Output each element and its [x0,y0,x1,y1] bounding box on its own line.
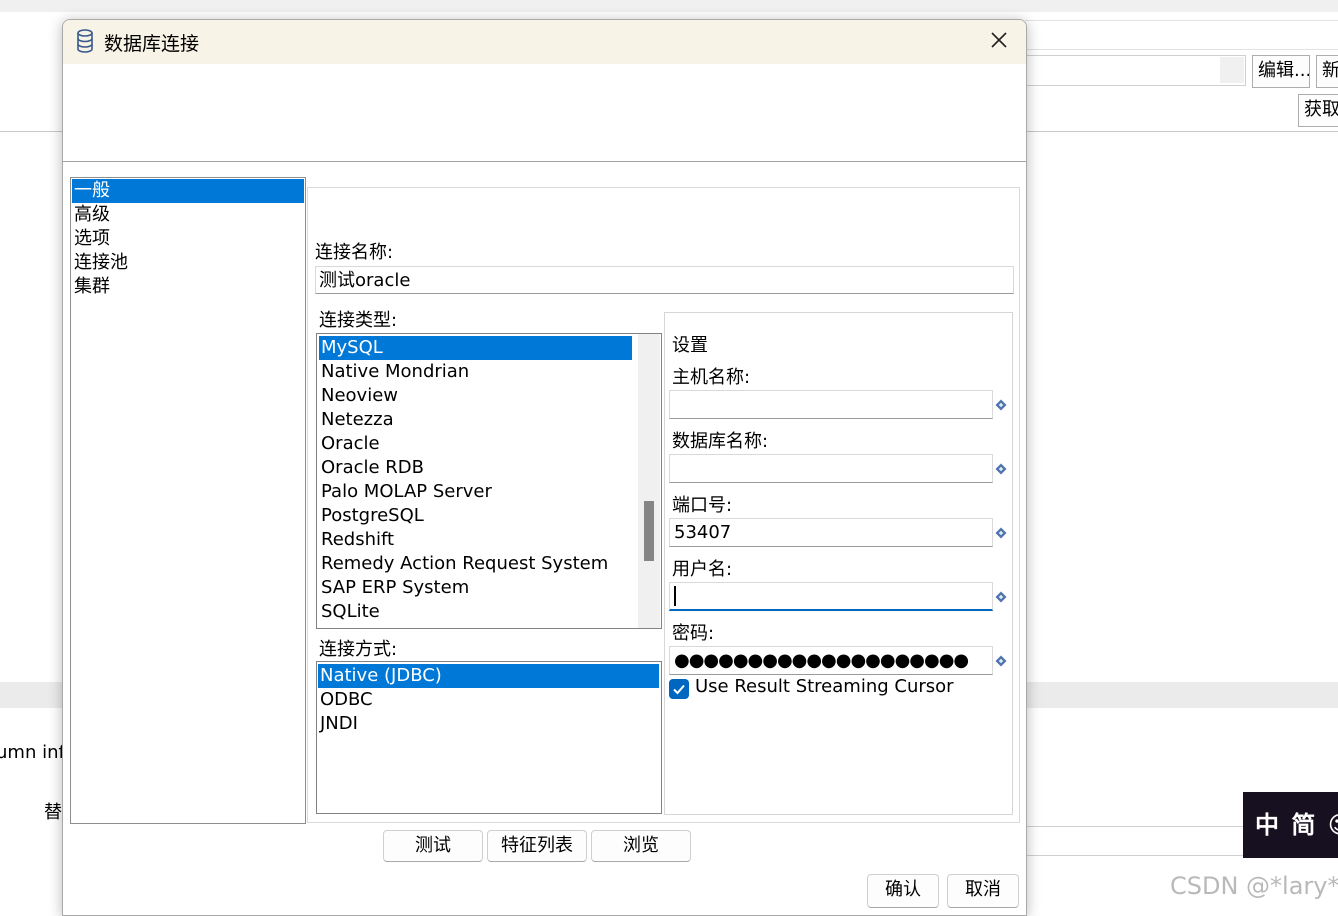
connection-name-input[interactable]: 测试oracle [315,266,1014,294]
list-item[interactable]: SAP ERP System [319,576,632,600]
background-divider [1025,131,1338,132]
database-icon [75,29,95,53]
background-divider [1025,20,1338,21]
port-input[interactable]: 53407 [669,518,993,547]
username-input[interactable] [669,582,993,611]
background-gray-band [1025,682,1338,708]
general-panel: 连接名称: 测试oracle 连接类型: MySQL Native Mondri… [307,187,1020,823]
ime-toolbar[interactable]: 中 简 ☺ [1243,792,1338,858]
feature-list-button[interactable]: 特征列表 [487,830,587,862]
database-name-label: 数据库名称: [672,431,769,452]
nav-item-pooling[interactable]: 连接池 [72,251,304,275]
list-item[interactable]: Native (JDBC) [318,664,659,688]
checkmark-icon [673,684,685,695]
list-item[interactable]: Palo MOLAP Server [319,480,632,504]
host-name-input[interactable] [669,390,993,419]
dialog-nav-list: 一般 高级 选项 连接池 集群 [70,177,306,824]
settings-panel: 设置 主机名称: 数据库名称: 端口号: 53407 用户名: 密码: ●●●●… [664,312,1013,815]
variable-icon[interactable] [995,655,1007,667]
scrollbar-thumb[interactable] [644,501,654,561]
background-edit-button[interactable]: 编辑... [1252,55,1310,88]
username-label: 用户名: [672,559,733,580]
password-label: 密码: [672,623,715,644]
connection-type-list[interactable]: MySQL Native Mondrian Neoview Netezza Or… [316,333,662,629]
streaming-cursor-checkbox[interactable] [669,679,689,699]
background-divider [0,131,62,132]
close-button[interactable] [981,26,1017,58]
dialog-titlebar[interactable]: 数据库连接 [63,20,1026,64]
list-item[interactable]: SQLite [319,600,632,624]
access-method-label: 连接方式: [319,639,398,660]
background-top-bar [0,0,1338,12]
explore-button[interactable]: 浏览 [591,830,691,862]
ok-button[interactable]: 确认 [867,874,939,908]
cancel-button[interactable]: 取消 [947,874,1019,908]
host-name-label: 主机名称: [672,367,751,388]
list-item[interactable]: Neoview [319,384,632,408]
list-item[interactable]: MySQL [319,336,632,360]
list-item[interactable]: JNDI [318,712,659,736]
access-method-list[interactable]: Native (JDBC) ODBC JNDI [316,661,662,814]
background-gray-band [0,682,62,708]
background-replace-label: 替 [44,802,62,823]
nav-item-general[interactable]: 一般 [72,179,304,203]
text-caret [674,586,676,606]
list-item[interactable]: Remedy Action Request System [319,552,632,576]
connection-type-label: 连接类型: [319,310,398,331]
list-item[interactable]: Oracle RDB [319,456,632,480]
background-fetch-button[interactable]: 获取 [1298,94,1338,127]
close-icon [990,31,1008,54]
nav-item-clustering[interactable]: 集群 [72,275,304,299]
background-input-field[interactable] [1025,826,1243,856]
list-item[interactable]: ODBC [318,688,659,712]
list-item[interactable]: Oracle [319,432,632,456]
background-divider [1025,49,1338,50]
password-input[interactable]: ●●●●●●●●●●●●●●●●●●●● [669,646,993,675]
settings-section-label: 设置 [672,335,708,356]
connection-name-label: 连接名称: [315,242,394,263]
background-column-info-label: umn inf [0,742,65,763]
list-scrollbar[interactable] [638,334,660,628]
variable-icon[interactable] [995,591,1007,603]
list-item[interactable]: PostgreSQL [319,504,632,528]
background-input-field[interactable] [1025,55,1246,86]
nav-item-advanced[interactable]: 高级 [72,203,304,227]
nav-item-options[interactable]: 选项 [72,227,304,251]
streaming-cursor-label[interactable]: Use Result Streaming Cursor [695,676,954,697]
list-item[interactable]: Netezza [319,408,632,432]
list-item[interactable]: Redshift [319,528,632,552]
database-connection-dialog: 数据库连接 一般 高级 选项 连接池 集群 连接名称: 测试oracle 连接类… [62,19,1027,916]
variable-icon[interactable] [995,399,1007,411]
database-name-input[interactable] [669,454,993,483]
variable-icon[interactable] [995,463,1007,475]
background-new-button[interactable]: 新 [1316,55,1338,88]
test-button[interactable]: 测试 [383,830,483,862]
dialog-title: 数据库连接 [104,33,200,55]
watermark-text: CSDN @*lary* [1170,872,1338,900]
port-label: 端口号: [672,495,733,516]
variable-icon[interactable] [995,527,1007,539]
background-field-button[interactable] [1220,57,1244,83]
list-item[interactable]: Native Mondrian [319,360,632,384]
header-separator [63,161,1026,162]
